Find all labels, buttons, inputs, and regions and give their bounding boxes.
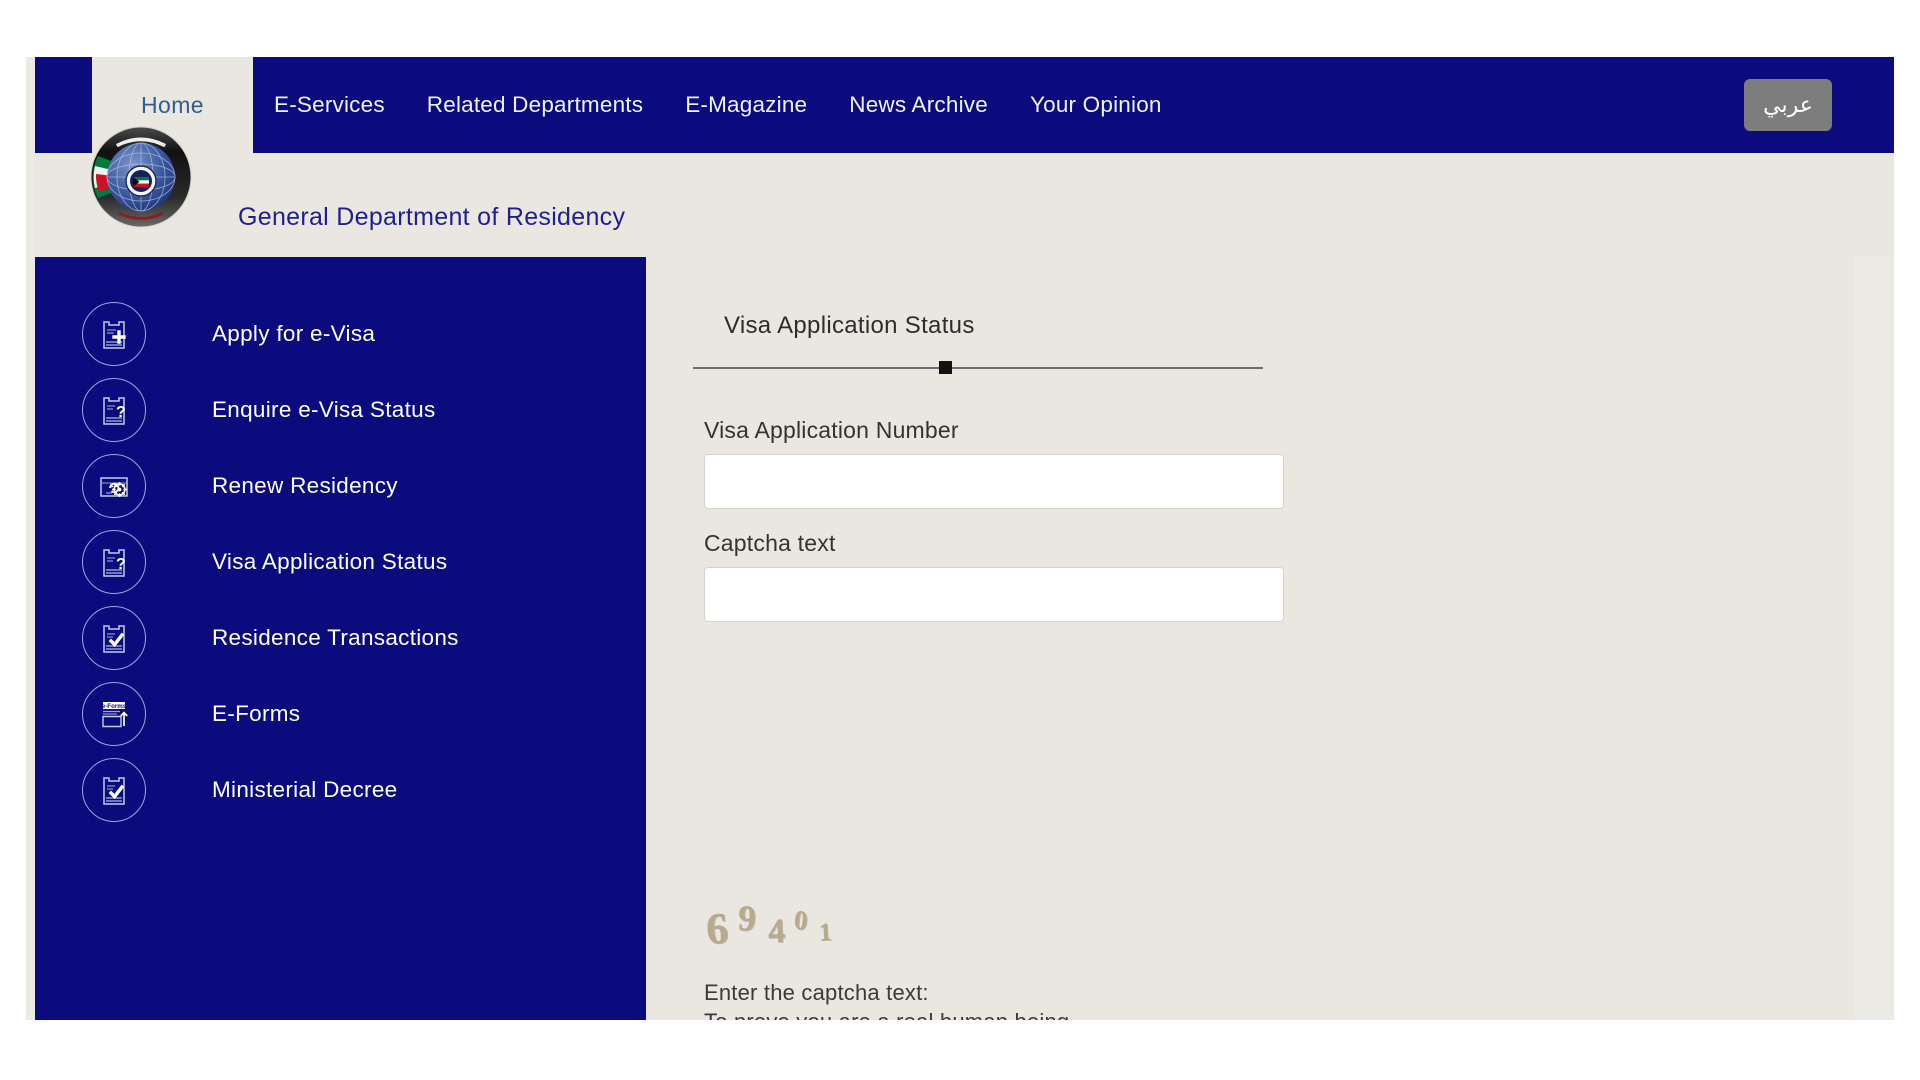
sidebar-item-apply-for-e-visa[interactable]: Apply for e-Visa xyxy=(82,296,622,372)
svg-text:?: ? xyxy=(116,556,126,573)
captcha-label: Captcha text xyxy=(704,530,836,556)
sidebar-item-label: Residence Transactions xyxy=(212,625,459,650)
section-divider-marker xyxy=(939,361,952,374)
language-toggle-label: عربي xyxy=(1763,92,1813,117)
web-page: Home E-Services Related Departments E-Ma… xyxy=(26,57,1894,1020)
captcha-input[interactable] xyxy=(704,567,1284,622)
nav-item-your-opinion[interactable]: Your Opinion xyxy=(1009,92,1183,118)
sidebar-item-visa-application-status[interactable]: ? Visa Application Status xyxy=(82,524,622,600)
document-plus-icon xyxy=(82,302,146,366)
captcha-hint-line-2: To prove you are a real human being. xyxy=(704,1009,1076,1020)
nav-left-spacer xyxy=(35,57,92,153)
captcha-image: 69401 xyxy=(704,897,906,959)
form-heading: Visa Application Status xyxy=(724,312,975,339)
captcha-glyph-4: 1 xyxy=(818,918,833,947)
brand-header: General Department of Residency xyxy=(35,126,1894,257)
sidebar-item-label: Visa Application Status xyxy=(212,549,448,574)
nav-item-e-services[interactable]: E-Services xyxy=(253,92,406,118)
document-check-icon xyxy=(82,758,146,822)
section-divider xyxy=(693,367,1263,369)
sidebar-item-label: Apply for e-Visa xyxy=(212,321,376,346)
e-forms-upload-icon: e-Forms xyxy=(82,682,146,746)
captcha-glyph-3: 0 xyxy=(792,904,809,936)
top-navigation-bar: Home E-Services Related Departments E-Ma… xyxy=(35,57,1894,153)
kuwait-ministry-of-interior-emblem-icon xyxy=(90,126,192,228)
sidebar-item-e-forms[interactable]: e-Forms E-Forms xyxy=(82,676,622,752)
captcha-glyph-2: 4 xyxy=(767,912,786,951)
main-content: Visa Application Status Visa Application… xyxy=(646,257,1894,1020)
nav-item-news-archive[interactable]: News Archive xyxy=(828,92,1009,118)
captcha-glyph-1: 9 xyxy=(736,897,758,939)
sidebar-item-residence-transactions[interactable]: Residence Transactions xyxy=(82,600,622,676)
sidebar-item-enquire-e-visa-status[interactable]: ? Enquire e-Visa Status xyxy=(82,372,622,448)
page-right-gutter xyxy=(1854,257,1894,1020)
captcha-glyph-0: 6 xyxy=(704,903,730,954)
visa-application-number-input[interactable] xyxy=(704,454,1284,509)
page-left-gutter xyxy=(26,57,35,1020)
captcha-hint-line-1: Enter the captcha text: xyxy=(704,980,929,1005)
nav-item-related-departments[interactable]: Related Departments xyxy=(406,92,664,118)
svg-text:?: ? xyxy=(116,404,126,421)
nav-item-list: E-Services Related Departments E-Magazin… xyxy=(253,57,1183,153)
sidebar-item-renew-residency[interactable]: Renew Residency xyxy=(82,448,622,524)
visa-number-label: Visa Application Number xyxy=(704,417,959,443)
document-question-icon: ? xyxy=(82,378,146,442)
sidebar-item-label: E-Forms xyxy=(212,701,301,726)
svg-text:e-Forms: e-Forms xyxy=(102,703,127,710)
document-check-icon xyxy=(82,606,146,670)
document-question-icon: ? xyxy=(82,530,146,594)
id-card-refresh-gear-icon xyxy=(82,454,146,518)
screen: Home E-Services Related Departments E-Ma… xyxy=(0,0,1920,1080)
nav-item-e-magazine[interactable]: E-Magazine xyxy=(664,92,828,118)
page-title: General Department of Residency xyxy=(238,203,626,231)
sidebar-item-label: Ministerial Decree xyxy=(212,777,398,802)
sidebar-item-ministerial-decree[interactable]: Ministerial Decree xyxy=(82,752,622,828)
sidebar-item-label: Enquire e-Visa Status xyxy=(212,397,436,422)
language-toggle-button[interactable]: عربي xyxy=(1744,79,1832,131)
sidebar: Apply for e-Visa ? Enquire e-Visa Status xyxy=(35,257,646,1020)
sidebar-item-label: Renew Residency xyxy=(212,473,398,498)
nav-item-home-label: Home xyxy=(141,91,204,118)
